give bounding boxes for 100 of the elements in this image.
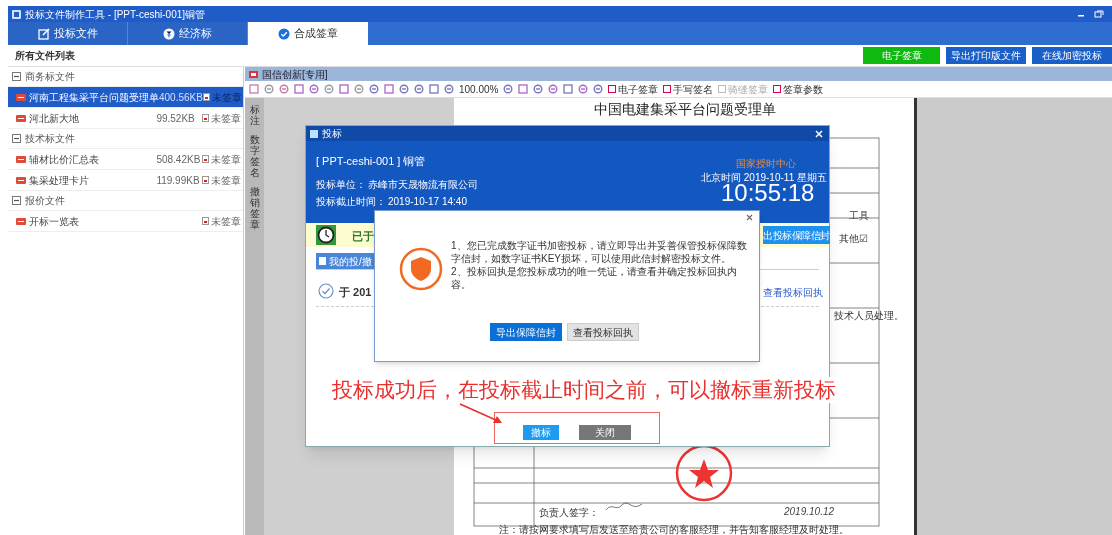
clock-time: 10:55:18 (721, 181, 815, 205)
file-row[interactable]: 辅材比价汇总表 508.42KB 未签章 (8, 149, 243, 170)
alert-button[interactable]: 查看投标回执 (567, 323, 639, 341)
restore-icon (1094, 10, 1104, 18)
bidder-name: 赤峰市天晟物流有限公司 (368, 178, 478, 192)
clock-icon (316, 225, 336, 245)
toolbar-icon[interactable] (384, 84, 394, 94)
side-tab[interactable]: 撤销签章 (249, 186, 260, 230)
shield-icon (399, 247, 443, 291)
file-row[interactable]: 开标一览表 未签章 (8, 211, 243, 232)
project-name: [ PPT-ceshi-001 ] 铜管 (316, 154, 426, 169)
toolbar-icon[interactable] (429, 84, 439, 94)
file-size: 119.99KB (156, 173, 201, 188)
pdf-icon (16, 114, 26, 122)
check-circle-icon (278, 27, 290, 40)
file-name: 开标一览表 (29, 214, 80, 229)
field-label: 投标截止时间： (316, 195, 386, 209)
close-button[interactable] (745, 213, 754, 222)
toolbar-icon[interactable] (548, 84, 559, 94)
toolbar-icon[interactable] (354, 84, 364, 94)
zoom-level: 100.00% (459, 82, 499, 97)
dialog-button[interactable]: 关闭 (579, 425, 631, 440)
toolbar-icon[interactable] (578, 84, 589, 94)
stamp-tool-icon (663, 85, 672, 93)
current-date: 北京时间 2019-10-11 星期五 (701, 171, 827, 183)
sign-status: 未签章 (211, 173, 241, 188)
toolbar-icon[interactable] (563, 84, 574, 94)
annotation-text: 投标成功后，在投标截止时间之前，可以撤标重新投标 (330, 377, 838, 403)
file-size: 400.56KB (159, 90, 203, 105)
group-label[interactable]: 报价文件 (25, 193, 65, 208)
toolbar-icon[interactable] (324, 84, 334, 94)
handwritten-date: 2019.10.12 (784, 505, 835, 519)
toolbar-icon[interactable] (414, 84, 424, 94)
dialog-title: 投标 (322, 127, 342, 141)
action-button[interactable]: 导出打印版文件 (946, 47, 1026, 64)
pdf-icon (16, 217, 26, 225)
file-row[interactable]: 河南工程集采平台问题受理单400.56KB 未签章 (8, 87, 243, 108)
toolbar-button[interactable]: 手写签名 (663, 81, 714, 97)
file-size: 508.42KB (156, 152, 202, 167)
toolbar-icon[interactable] (399, 84, 409, 94)
action-button[interactable]: 在线加密投标 (1032, 47, 1112, 64)
unsigned-icon (202, 114, 209, 122)
toolbar-icon[interactable] (503, 84, 514, 94)
toolbar-icon[interactable] (593, 84, 604, 94)
close-icon (746, 214, 753, 221)
panel-title: 所有文件列表 (15, 49, 75, 63)
status-text: 已于 (352, 229, 374, 244)
arrow-icon (458, 402, 504, 426)
toolbar-icon[interactable] (339, 84, 349, 94)
toolbar-icon[interactable] (533, 84, 544, 94)
side-tab[interactable]: 数字签名 (249, 134, 260, 178)
file-row[interactable]: 集采处理卡片 119.99KB 未签章 (8, 170, 243, 191)
table-cell-text: 技术人员处理。 (834, 309, 904, 323)
table-cell-text: 工具 (849, 209, 869, 223)
close-button[interactable] (813, 127, 825, 140)
receipt-link[interactable]: 查看投标回执 (763, 285, 823, 300)
record-tab[interactable]: 我的投/撤 (316, 253, 375, 269)
alert-message: 1、您已完成数字证书加密投标，请立即导出并妥善保管投标保障数字信封，如数字证书KEY损坏，可以使用此信封解密投标文件。 (451, 239, 747, 265)
table-cell-text: 其他☑ (839, 232, 868, 246)
viewer-icon (249, 70, 258, 78)
unsigned-icon (202, 176, 209, 184)
alert-message: 2、投标回执是您投标成功的唯一凭证，请查看并确定投标回执内容。 (451, 265, 738, 291)
alert-button[interactable]: 导出保障信封 (490, 323, 562, 341)
toolbar-icon[interactable] (279, 84, 289, 94)
toolbar-icon[interactable] (264, 84, 274, 94)
unsigned-icon (202, 155, 209, 163)
book-icon (319, 257, 326, 265)
stamp-tool-icon (773, 85, 782, 93)
signature-label: 负责人签字： (539, 506, 599, 520)
record-text: 于 201 (339, 285, 372, 300)
toolbar-icon[interactable] (518, 84, 529, 94)
sign-status: 未签章 (211, 214, 241, 229)
pdf-icon (16, 93, 26, 101)
file-name: 河北新大地 (29, 111, 80, 126)
file-name: 辅材比价汇总表 (29, 152, 100, 167)
file-row[interactable]: 河北新大地 99.52KB 未签章 (8, 108, 243, 129)
coin-icon (163, 27, 175, 40)
stamp-tool-icon (608, 85, 617, 93)
tab[interactable]: 经济标 (128, 22, 248, 45)
toolbar-icon[interactable] (294, 84, 304, 94)
toolbar-button[interactable]: 电子签章 (608, 81, 659, 97)
edit-icon (37, 27, 50, 40)
toolbar-icon[interactable] (369, 84, 379, 94)
tab[interactable]: 合成签章 (248, 22, 368, 45)
group-label[interactable]: 商务标文件 (25, 69, 75, 84)
toolbar-icon[interactable] (444, 84, 454, 94)
sign-status: 未签章 (211, 111, 241, 126)
pdf-icon (16, 155, 26, 163)
close-icon (815, 129, 823, 138)
toolbar-icon[interactable] (249, 84, 259, 94)
sign-status: 未签章 (211, 90, 242, 105)
tab[interactable]: 投标文件 (8, 22, 128, 45)
toolbar-button[interactable]: 签章参数 (773, 81, 824, 97)
toolbar-icon[interactable] (309, 84, 319, 94)
sign-status: 未签章 (211, 152, 241, 167)
side-tab[interactable]: 标注 (249, 104, 260, 126)
window-title: 投标文件制作工具 - [PPT-ceshi-001]铜管 (25, 7, 206, 22)
file-name: 河南工程集采平台问题受理单 (29, 90, 159, 105)
group-label[interactable]: 技术标文件 (25, 131, 75, 146)
document-title: 中国电建集采平台问题受理单 (594, 100, 776, 119)
